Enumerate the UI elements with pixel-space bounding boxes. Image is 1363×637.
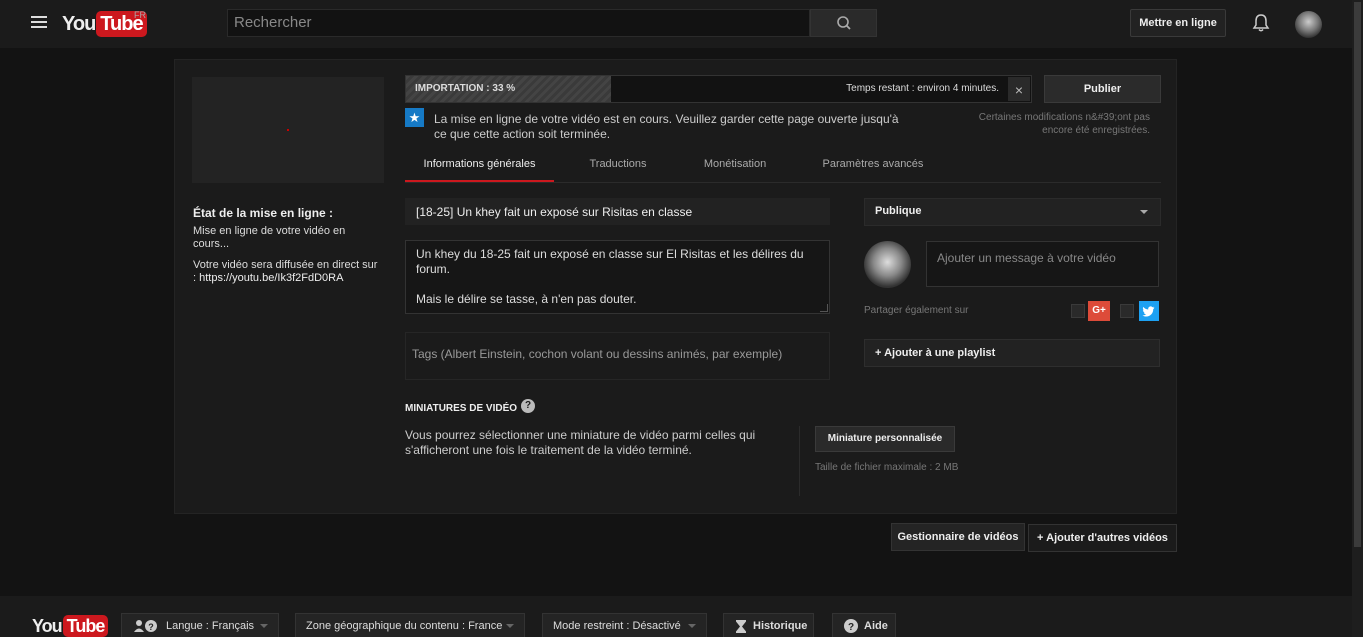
tab-advanced-settings[interactable]: Paramètres avancés [809, 150, 937, 182]
channel-avatar [864, 241, 911, 288]
video-short-link[interactable]: https://youtu.be/Ik3f2FdD0RA [199, 272, 343, 284]
top-header: You Tube FR Rechercher Mettre en ligne [0, 0, 1352, 48]
history-button[interactable]: Historique [723, 613, 814, 637]
notifications-bell-icon[interactable] [1251, 13, 1271, 33]
chevron-down-icon [688, 624, 696, 628]
add-more-videos-button[interactable]: + Ajouter d'autres vidéos [1028, 524, 1177, 552]
search-input[interactable]: Rechercher [227, 9, 810, 37]
account-avatar[interactable] [1295, 11, 1322, 38]
share-gplus-checkbox[interactable] [1071, 304, 1085, 318]
footer-youtube-logo[interactable]: You Tube [32, 615, 109, 637]
video-manager-button[interactable]: Gestionnaire de vidéos [891, 523, 1025, 551]
restricted-mode-label: Mode restreint : Désactivé [553, 620, 681, 632]
privacy-select[interactable]: Publique [864, 198, 1161, 226]
restricted-mode-select[interactable]: Mode restreint : Désactivé [542, 613, 707, 637]
video-title-field[interactable]: [18-25] Un khey fait un exposé sur Risit… [405, 198, 830, 225]
location-label: Zone géographique du contenu : France [306, 620, 503, 632]
svg-text:?: ? [848, 622, 854, 633]
privacy-selected-value: Publique [875, 205, 922, 217]
vertical-divider [799, 426, 800, 496]
hourglass-icon [736, 620, 746, 633]
language-people-icon: ? [134, 620, 157, 632]
upload-button[interactable]: Mettre en ligne [1130, 9, 1226, 37]
max-file-size-note: Taille de fichier maximale : 2 MB [815, 462, 959, 473]
help-circle-icon: ? [844, 619, 858, 633]
share-message-input[interactable]: Ajouter un message à votre vidéo [926, 241, 1159, 287]
progress-label: IMPORTATION : 33 % [415, 83, 516, 94]
publish-button[interactable]: Publier [1044, 75, 1161, 103]
info-star-icon: ★ [405, 108, 424, 127]
tab-general-info[interactable]: Informations générales [405, 150, 554, 182]
history-label: Historique [753, 620, 808, 632]
location-select[interactable]: Zone géographique du contenu : France [295, 613, 525, 637]
unsaved-changes-note: Certaines modifications n&#39;ont pas en… [978, 112, 1150, 136]
help-button[interactable]: ? Aide [832, 613, 896, 637]
chevron-down-icon [506, 624, 514, 628]
search-button[interactable] [810, 9, 877, 37]
tab-translations[interactable]: Traductions [573, 150, 663, 182]
help-question-icon[interactable]: ? [521, 399, 535, 413]
thumbnails-heading: MINIATURES DE VIDÉO [405, 403, 518, 414]
tags-input[interactable]: Tags (Albert Einstein, cochon volant ou … [405, 332, 830, 380]
tab-bar: Informations générales Traductions Monét… [405, 150, 1161, 183]
help-label: Aide [864, 620, 888, 632]
footer-logo-tube: Tube [62, 615, 109, 637]
hamburger-menu-icon[interactable] [31, 16, 47, 30]
language-select[interactable]: ? Langue : Français [121, 613, 279, 637]
share-twitter-checkbox[interactable] [1120, 304, 1134, 318]
country-code: FR [134, 10, 146, 20]
google-plus-icon: G+ [1088, 301, 1110, 321]
upload-status-live-text: Votre vidéo sera diffusée en direct sur … [193, 259, 383, 285]
chevron-down-icon [1140, 210, 1148, 214]
tab-monetization[interactable]: Monétisation [690, 150, 780, 182]
upload-progress-bar: IMPORTATION : 33 % Temps restant : envir… [405, 75, 1032, 103]
textarea-resize-handle[interactable] [820, 304, 828, 312]
upload-info-message: La mise en ligne de votre vidéo est en c… [434, 112, 899, 141]
add-to-playlist-button[interactable]: + Ajouter à une playlist [864, 339, 1160, 367]
preview-loading-dot [287, 129, 289, 131]
chevron-down-icon [260, 624, 268, 628]
custom-thumbnail-button[interactable]: Miniature personnalisée [815, 426, 955, 452]
twitter-icon [1139, 301, 1159, 321]
svg-text:?: ? [148, 622, 154, 632]
language-label: Langue : Français [166, 620, 255, 632]
upload-status-title: État de la mise en ligne : [193, 206, 334, 220]
thumbnails-info-text: Vous pourrez sélectionner une miniature … [405, 428, 756, 457]
logo-you-text: You [62, 13, 96, 35]
cancel-upload-close-icon[interactable]: × [1008, 77, 1030, 101]
search-icon [837, 16, 851, 30]
footer-logo-you: You [32, 616, 63, 636]
time-remaining: Temps restant : environ 4 minutes. [846, 83, 999, 94]
upload-status-text: Mise en ligne de votre vidéo en cours... [193, 225, 346, 250]
video-description-field[interactable]: Un khey du 18-25 fait un exposé en class… [405, 240, 830, 314]
also-share-label: Partager également sur [864, 305, 969, 316]
scrollbar-thumb[interactable] [1354, 2, 1361, 547]
